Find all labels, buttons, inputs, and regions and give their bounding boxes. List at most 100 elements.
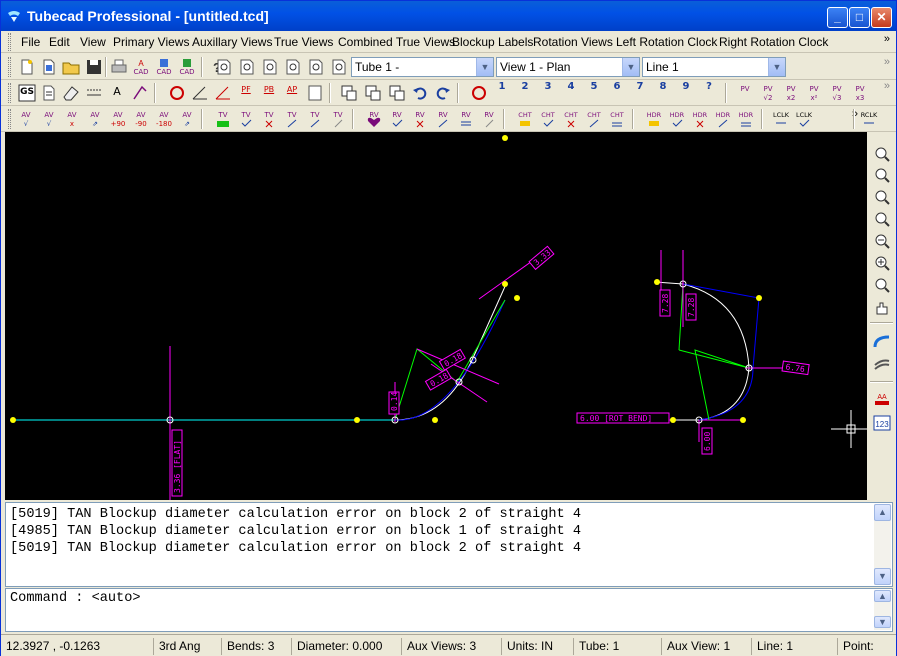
av-check-alt-icon[interactable]: AV √ <box>39 109 59 129</box>
zoom-out-icon[interactable] <box>872 231 892 251</box>
tube-drawing[interactable]: 3.36 [FLAT] 0.14 0.18 0.18 3.33 6.00 [RO… <box>5 132 867 500</box>
tv-green-icon[interactable]: TV <box>213 109 233 129</box>
number-grid-3-icon[interactable] <box>387 83 407 103</box>
message-scrollbar[interactable]: ▲ ▼ <box>874 504 891 585</box>
menu-true-views[interactable]: True Views <box>274 35 333 49</box>
pv-x3-icon[interactable]: PV x3 <box>850 83 870 103</box>
cad-import-icon[interactable]: CAD <box>177 57 197 77</box>
tv-edit-icon[interactable]: TV <box>328 109 348 129</box>
menu-blockup-labels[interactable]: Blockup Labels <box>452 35 533 49</box>
bend-7-icon[interactable]: 7 <box>630 82 650 103</box>
pv-icon[interactable]: PV <box>735 83 755 103</box>
av-delete-icon[interactable]: AV x <box>62 109 82 129</box>
zoom-in-page-icon[interactable] <box>260 57 280 77</box>
chevron-down-icon[interactable]: ▼ <box>476 58 493 76</box>
pv-check3-icon[interactable]: PV √3 <box>827 83 847 103</box>
scroll-down-icon[interactable]: ▼ <box>874 568 891 585</box>
rv-delete-icon[interactable]: RV <box>410 109 430 129</box>
zoom-page-icon[interactable] <box>214 57 234 77</box>
hdr-check-icon[interactable]: HDR <box>667 109 687 129</box>
cht-icon[interactable]: CHT <box>515 109 535 129</box>
menu-edit[interactable]: Edit <box>49 35 70 49</box>
bend-9-icon[interactable]: 9 <box>676 82 696 103</box>
tv-resize-icon[interactable]: TV <box>305 109 325 129</box>
bend-2-icon[interactable]: 2 <box>515 82 535 103</box>
menu-file[interactable]: File <box>21 35 40 49</box>
toolbar-grip[interactable] <box>8 57 11 77</box>
undo-icon[interactable] <box>410 83 430 103</box>
view-select[interactable]: View 1 - Plan ▼ <box>496 57 640 77</box>
zoom-extents-icon[interactable] <box>872 165 892 185</box>
drawing-canvas[interactable]: 3.36 [FLAT] 0.14 0.18 0.18 3.33 6.00 [RO… <box>5 132 867 500</box>
menu-right-rotation-clock[interactable]: Right Rotation Clock <box>719 35 828 49</box>
zoom-all-icon[interactable] <box>872 209 892 229</box>
pb-icon[interactable]: PB <box>259 83 279 103</box>
cht-delete-icon[interactable]: CHT <box>561 109 581 129</box>
maximize-button[interactable]: □ <box>849 7 870 28</box>
bend-5-icon[interactable]: 5 <box>584 82 604 103</box>
toolbar-grip[interactable] <box>8 83 11 103</box>
av-expand-icon[interactable]: AV ⇗ <box>85 109 105 129</box>
close-button[interactable]: ✕ <box>871 7 892 28</box>
cht-expand-icon[interactable]: CHT <box>584 109 604 129</box>
gs-icon[interactable]: GS <box>17 83 37 103</box>
scroll-up-icon[interactable]: ▲ <box>874 504 891 521</box>
pv-check2-icon[interactable]: PV √2 <box>758 83 778 103</box>
menu-rotation-views[interactable]: Rotation Views <box>533 35 613 49</box>
tube-layers-icon[interactable] <box>872 355 892 375</box>
number-label-icon[interactable]: 123 <box>872 413 892 433</box>
toolbar-grip[interactable] <box>8 109 11 129</box>
av-minus90-icon[interactable]: AV -90 <box>131 109 151 129</box>
zoom-out-page-icon[interactable] <box>283 57 303 77</box>
ap-icon[interactable]: AP <box>282 83 302 103</box>
label-text-icon[interactable]: AA <box>872 390 892 410</box>
menu-overflow-chevron[interactable]: » <box>884 33 890 45</box>
minimize-button[interactable]: _ <box>827 7 848 28</box>
chevron-down-icon[interactable]: ▼ <box>768 58 785 76</box>
rv-expand-icon[interactable]: RV <box>433 109 453 129</box>
pv-xsq-icon[interactable]: PV x² <box>804 83 824 103</box>
av-minus180-icon[interactable]: AV -180 <box>154 109 174 129</box>
hdr-icon[interactable]: HDR <box>644 109 664 129</box>
bend-4-icon[interactable]: 4 <box>561 82 581 103</box>
tool-grid-icon[interactable] <box>305 83 325 103</box>
lclk-icon[interactable]: LCLK <box>771 109 791 129</box>
bend-6-icon[interactable]: 6 <box>607 82 627 103</box>
number-grid-1-icon[interactable] <box>339 83 359 103</box>
rotate-icon[interactable] <box>167 83 187 103</box>
tv-expand-icon[interactable]: TV <box>282 109 302 129</box>
message-log[interactable]: [5019] TAN Blockup diameter calculation … <box>5 502 893 587</box>
chevron-down-icon[interactable]: ▼ <box>622 58 639 76</box>
tv-delete-icon[interactable]: TV <box>259 109 279 129</box>
zoom-extents-icon[interactable] <box>237 57 257 77</box>
print-cad-icon[interactable]: A CAD <box>131 57 151 77</box>
zoom-in-icon[interactable] <box>872 253 892 273</box>
zoom-window-icon[interactable] <box>329 57 349 77</box>
bend-3-icon[interactable]: 3 <box>538 82 558 103</box>
text-icon[interactable]: A <box>107 83 127 103</box>
number-grid-2-icon[interactable] <box>363 83 383 103</box>
av-edit-icon[interactable]: AV ⇗ <box>177 109 197 129</box>
document-icon[interactable] <box>39 83 59 103</box>
bend-help-icon[interactable]: ? <box>699 82 719 103</box>
tube-select[interactable]: Tube 1 - ▼ <box>351 57 494 77</box>
angle-icon[interactable] <box>190 83 210 103</box>
cht-list-icon[interactable]: CHT <box>607 109 627 129</box>
save-disk-icon[interactable] <box>84 57 104 77</box>
rv-heart-icon[interactable]: RV <box>364 109 384 129</box>
scroll-down-icon[interactable]: ▼ <box>874 616 891 628</box>
rv-list-icon[interactable]: RV <box>456 109 476 129</box>
cad-export-icon[interactable]: CAD <box>154 57 174 77</box>
menu-left-rotation-clock[interactable]: Left Rotation Clock <box>616 35 717 49</box>
toolbar-overflow-chevron[interactable]: » <box>884 80 890 92</box>
new-document-icon[interactable] <box>39 57 59 77</box>
scroll-up-icon[interactable]: ▲ <box>874 590 891 602</box>
av-check-icon[interactable]: AV √ <box>16 109 36 129</box>
open-folder-icon[interactable] <box>61 57 81 77</box>
hdr-expand-icon[interactable]: HDR <box>713 109 733 129</box>
command-scrollbar[interactable]: ▲ ▼ <box>874 590 891 630</box>
menu-view[interactable]: View <box>80 35 106 49</box>
av-tool-icon[interactable] <box>130 83 150 103</box>
rclk-icon[interactable]: RCLK <box>859 109 879 129</box>
bend-1-icon[interactable]: 1 <box>492 82 512 103</box>
